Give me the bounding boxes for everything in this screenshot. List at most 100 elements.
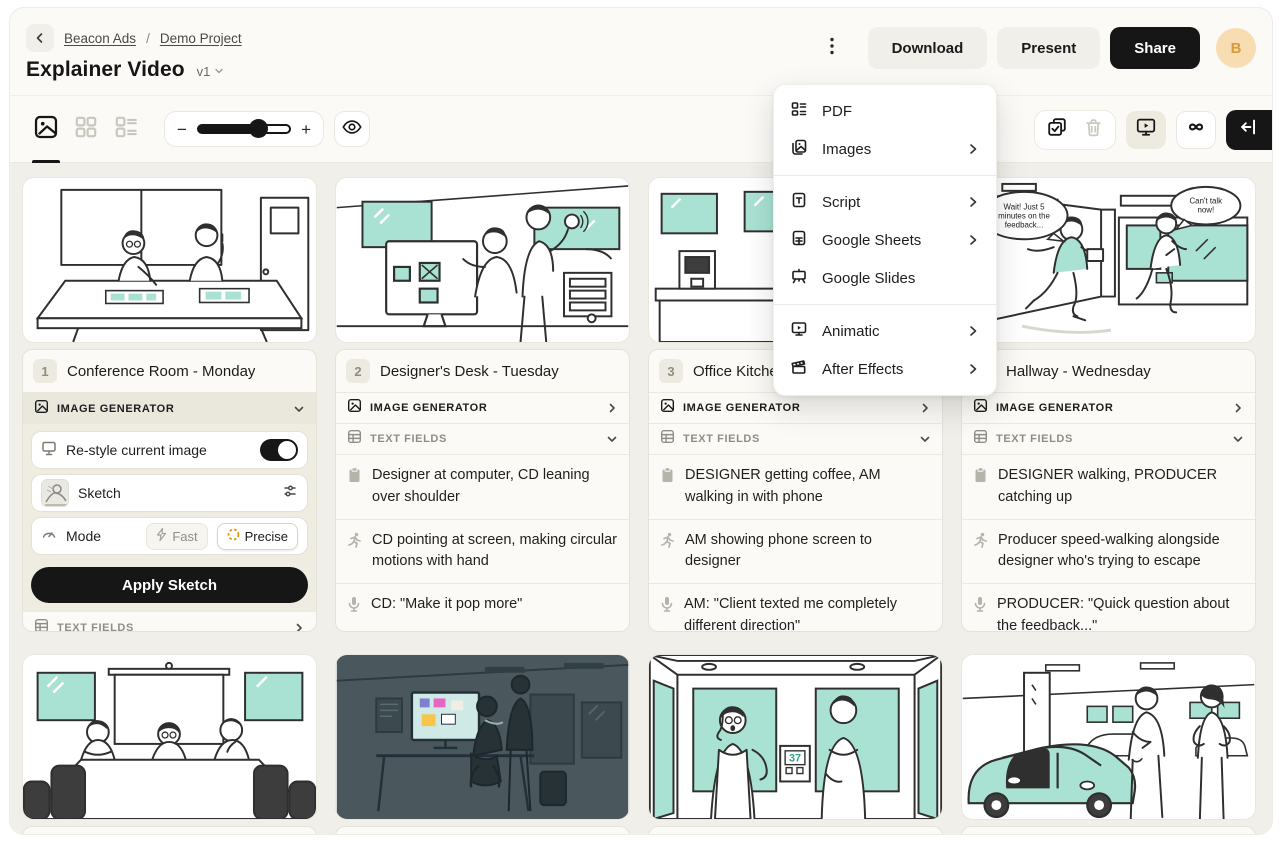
mode-fast-chip[interactable]: Fast — [146, 523, 207, 550]
zoom-slider-fill — [198, 125, 256, 133]
breadcrumb-page-link[interactable]: Demo Project — [160, 31, 242, 46]
menu-item-label: After Effects — [822, 361, 903, 378]
dialogue-field[interactable]: PRODUCER: "Quick question about the feed… — [962, 584, 1255, 632]
field-text: DESIGNER walking, PRODUCER catching up — [998, 465, 1244, 509]
description-field[interactable]: Designer at computer, CD leaning over sh… — [336, 455, 629, 520]
back-button[interactable] — [26, 24, 54, 52]
zoom-slider[interactable] — [197, 124, 291, 134]
menu-item-label: Script — [822, 194, 860, 211]
image-generator-section-header[interactable]: IMAGE GENERATOR — [336, 393, 629, 424]
elevator-floor-display: 37 — [789, 753, 801, 765]
storyboard-image-5[interactable] — [22, 654, 317, 820]
image-generator-section-header[interactable]: IMAGE GENERATOR — [23, 393, 316, 424]
frame-number-badge: 2 — [346, 359, 370, 383]
text-fields-section-header[interactable]: TEXT FIELDS — [23, 612, 316, 632]
menu-item-pdf[interactable]: PDF — [774, 92, 996, 130]
image-generator-section-header[interactable]: IMAGE GENERATOR — [649, 393, 942, 424]
section-label: IMAGE GENERATOR — [57, 403, 174, 415]
dialogue-field[interactable]: CD: "Make it pop more" — [336, 584, 629, 627]
animatic-preview-button[interactable] — [1126, 111, 1166, 149]
style-row[interactable]: Sketch — [31, 474, 308, 512]
menu-item-label: Images — [822, 141, 871, 158]
mode-label: Mode — [66, 528, 101, 544]
image-generator-icon — [34, 399, 49, 419]
text-fields-section-header[interactable]: TEXT FIELDS — [336, 424, 629, 455]
chevron-down-icon — [293, 403, 305, 415]
share-button[interactable]: Share — [1110, 27, 1200, 69]
menu-item-script[interactable]: Script — [774, 183, 996, 221]
text-fields-section-header[interactable]: TEXT FIELDS — [649, 424, 942, 455]
frame-column-2: 2 Designer's Desk - Tuesday IMAGE GENERA… — [335, 177, 630, 834]
menu-item-images[interactable]: Images — [774, 130, 996, 168]
storyboard-image-2[interactable] — [335, 177, 630, 343]
images-icon — [790, 138, 808, 161]
zoom-slider-thumb[interactable] — [249, 119, 268, 138]
description-field[interactable]: DESIGNER getting coffee, AM walking in w… — [649, 455, 942, 520]
zoom-control: − + — [164, 111, 324, 147]
menu-item-animatic[interactable]: Animatic — [774, 312, 996, 350]
chevron-right-icon — [966, 195, 980, 209]
running-person-icon — [347, 532, 362, 574]
monitor-play-icon — [1135, 116, 1157, 143]
breadcrumb-separator: / — [146, 31, 150, 46]
description-field[interactable]: DESIGNER walking, PRODUCER catching up — [962, 455, 1255, 520]
style-settings-icon[interactable] — [282, 483, 298, 504]
delete-button[interactable] — [1075, 113, 1111, 147]
field-text: Producer speed-walking alongside designe… — [998, 530, 1244, 574]
text-fields-section-header[interactable]: TEXT FIELDS — [962, 424, 1255, 455]
restyle-toggle[interactable] — [260, 439, 298, 461]
selection-group — [1034, 110, 1116, 150]
storyboard-image-8[interactable] — [961, 654, 1256, 820]
zoom-out-button[interactable]: − — [177, 121, 187, 138]
mode-precise-chip[interactable]: Precise — [217, 523, 298, 550]
image-generator-section-header[interactable]: IMAGE GENERATOR — [962, 393, 1255, 424]
field-text: PRODUCER: "Quick question about the feed… — [997, 594, 1244, 632]
menu-item-after-effects[interactable]: After Effects — [774, 350, 996, 388]
menu-item-google-slides[interactable]: Google Slides — [774, 259, 996, 297]
download-button[interactable]: Download — [868, 27, 988, 69]
present-button[interactable]: Present — [997, 27, 1100, 69]
image-generator-icon — [660, 398, 675, 418]
image-view-icon — [33, 114, 59, 145]
frame-title[interactable]: Hallway - Wednesday — [1006, 363, 1151, 380]
microphone-icon — [973, 596, 987, 632]
loop-button[interactable] — [1176, 111, 1216, 149]
chevron-right-icon — [966, 362, 980, 376]
parking-garage-illustration — [962, 655, 1255, 819]
more-options-button[interactable] — [818, 27, 846, 69]
collapse-panel-button[interactable] — [1226, 110, 1272, 150]
dialogue-field[interactable]: AM: "Client texted me completely differe… — [649, 584, 942, 632]
microphone-icon — [347, 596, 361, 617]
storyboard-image-1[interactable] — [22, 177, 317, 343]
apply-sketch-button[interactable]: Apply Sketch — [31, 567, 308, 603]
list-view-icon — [113, 114, 139, 145]
precise-label: Precise — [245, 529, 288, 544]
running-person-icon — [973, 532, 988, 574]
action-field[interactable]: AM showing phone screen to designer — [649, 520, 942, 585]
tab-grid-view[interactable] — [66, 96, 106, 163]
storyboard-image-7[interactable]: 37 — [648, 654, 943, 820]
zoom-in-button[interactable]: + — [301, 121, 311, 138]
storyboard-image-6[interactable] — [335, 654, 630, 820]
tab-single-view[interactable] — [26, 96, 66, 163]
storyboard-image-4[interactable]: Wait! Just 5minutes on thefeedback... Ca… — [961, 177, 1256, 343]
breadcrumb-project-link[interactable]: Beacon Ads — [64, 31, 136, 46]
restyle-row: Re-style current image — [31, 431, 308, 469]
menu-item-google-sheets[interactable]: Google Sheets — [774, 221, 996, 259]
frame-title[interactable]: Designer's Desk - Tuesday — [380, 363, 559, 380]
frame-title[interactable]: Conference Room - Monday — [67, 363, 255, 380]
frame-panel-1: 1 Conference Room - Monday IMAGE GENERAT… — [22, 349, 317, 632]
version-dropdown[interactable]: v1 — [197, 64, 225, 79]
tab-list-view[interactable] — [106, 96, 146, 163]
image-generator-icon — [347, 398, 362, 418]
preview-visibility-button[interactable] — [334, 111, 370, 147]
section-label: TEXT FIELDS — [996, 433, 1073, 445]
frame-panel-4: 4 Hallway - Wednesday IMAGE GENERATOR — [961, 349, 1256, 632]
chevron-right-icon — [606, 402, 618, 414]
avatar[interactable]: B — [1216, 28, 1256, 68]
action-field[interactable]: Producer speed-walking alongside designe… — [962, 520, 1255, 585]
select-all-button[interactable] — [1039, 113, 1075, 147]
chevron-down-icon — [919, 433, 931, 445]
action-field[interactable]: CD pointing at screen, making circular m… — [336, 520, 629, 585]
frame-column-4: Wait! Just 5minutes on thefeedback... Ca… — [961, 177, 1256, 834]
